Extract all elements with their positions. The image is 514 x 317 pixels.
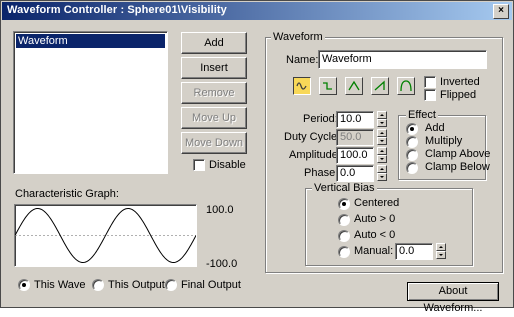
close-button[interactable]: × xyxy=(493,4,509,19)
close-icon: × xyxy=(498,5,504,16)
bias-manual-label: Manual: xyxy=(354,245,394,257)
move-up-button[interactable]: Move Up xyxy=(181,107,247,129)
graph-max-label: 100.0 xyxy=(206,204,234,216)
duty-cycle-spinner[interactable] xyxy=(377,129,387,146)
period-spinner[interactable] xyxy=(377,111,387,128)
duty-cycle-field[interactable]: 50.0 xyxy=(336,129,374,146)
about-waveform-button[interactable]: About Waveform... xyxy=(407,282,499,314)
title-bar[interactable]: Waveform Controller : Sphere01\Visibilit… xyxy=(2,2,512,20)
period-field[interactable]: 10.0 xyxy=(336,111,374,128)
effect-add-label: Add xyxy=(425,122,445,134)
phase-field[interactable]: 0.0 xyxy=(336,165,374,182)
vertical-bias-group-label: Vertical Bias xyxy=(312,182,377,194)
characteristic-graph xyxy=(14,204,197,267)
sawtooth-shape-button[interactable] xyxy=(371,77,389,95)
flipped-checkbox[interactable] xyxy=(424,89,436,101)
effect-clamp-above-radio[interactable] xyxy=(406,149,418,161)
bias-centered-label: Centered xyxy=(354,197,400,209)
bias-manual-spinner[interactable] xyxy=(436,243,446,260)
disable-checkbox[interactable] xyxy=(193,159,205,171)
duty-cycle-label: Duty Cycle: xyxy=(284,131,341,143)
waveform-controller-window: Waveform Controller : Sphere01\Visibilit… xyxy=(0,0,514,314)
bias-auto-negative-radio[interactable] xyxy=(338,230,350,242)
effect-multiply-radio[interactable] xyxy=(406,136,418,148)
period-label: Period: xyxy=(303,113,338,125)
spinner-up-icon[interactable] xyxy=(377,111,387,119)
spinner-up-icon[interactable] xyxy=(377,165,387,173)
effect-clamp-below-radio[interactable] xyxy=(406,162,418,174)
inverted-checkbox[interactable] xyxy=(424,76,436,88)
bias-centered-radio[interactable] xyxy=(338,198,350,210)
bias-manual-radio[interactable] xyxy=(338,246,350,258)
spinner-down-icon[interactable] xyxy=(377,137,387,145)
spinner-up-icon[interactable] xyxy=(377,147,387,155)
this-output-label: This Output xyxy=(108,279,165,291)
flipped-label: Flipped xyxy=(440,89,477,101)
phase-spinner[interactable] xyxy=(377,165,387,182)
sawtooth-wave-icon xyxy=(374,80,385,91)
graph-canvas xyxy=(15,207,196,264)
spinner-down-icon[interactable] xyxy=(377,155,387,163)
graph-label: Characteristic Graph: xyxy=(15,188,119,200)
final-output-radio[interactable] xyxy=(165,279,177,291)
insert-button[interactable]: Insert xyxy=(181,57,247,79)
waveform-group-label: Waveform xyxy=(271,31,325,43)
this-output-radio[interactable] xyxy=(92,279,104,291)
square-shape-button[interactable] xyxy=(319,77,337,95)
effect-clamp-below-label: Clamp Below xyxy=(425,161,490,173)
name-label: Name: xyxy=(286,54,319,66)
half-sine-wave-icon xyxy=(400,80,412,92)
amplitude-spinner[interactable] xyxy=(377,147,387,164)
spinner-down-icon[interactable] xyxy=(436,251,446,259)
spinner-up-icon[interactable] xyxy=(377,129,387,137)
graph-min-label: -100.0 xyxy=(206,258,238,270)
sine-shape-button[interactable] xyxy=(293,77,311,95)
bias-auto-positive-label: Auto > 0 xyxy=(354,213,396,225)
spinner-down-icon[interactable] xyxy=(377,173,387,181)
half-sine-shape-button[interactable] xyxy=(397,77,415,95)
bias-auto-negative-label: Auto < 0 xyxy=(354,229,396,241)
sine-wave-icon xyxy=(296,82,307,90)
waveform-list[interactable]: Waveform xyxy=(13,31,168,174)
effect-add-radio[interactable] xyxy=(406,123,418,135)
move-down-button[interactable]: Move Down xyxy=(181,132,247,154)
list-item-waveform[interactable]: Waveform xyxy=(16,34,165,48)
bias-manual-field[interactable]: 0.0 xyxy=(395,243,433,260)
triangle-wave-icon xyxy=(348,80,360,91)
square-wave-icon xyxy=(323,82,332,90)
window-title: Waveform Controller : Sphere01\Visibilit… xyxy=(7,4,227,16)
this-wave-radio[interactable] xyxy=(18,279,30,291)
inverted-label: Inverted xyxy=(440,76,480,88)
amplitude-label: Amplitude: xyxy=(289,149,341,161)
add-button[interactable]: Add xyxy=(181,32,247,54)
effect-group-label: Effect xyxy=(406,109,438,121)
effect-multiply-label: Multiply xyxy=(425,135,463,147)
effect-clamp-above-label: Clamp Above xyxy=(425,148,491,160)
disable-label: Disable xyxy=(209,159,246,171)
spinner-up-icon[interactable] xyxy=(436,243,446,251)
triangle-shape-button[interactable] xyxy=(345,77,363,95)
amplitude-field[interactable]: 100.0 xyxy=(336,147,374,164)
remove-button[interactable]: Remove xyxy=(181,82,247,104)
final-output-label: Final Output xyxy=(181,279,241,291)
spinner-down-icon[interactable] xyxy=(377,119,387,127)
phase-label: Phase: xyxy=(304,167,339,179)
name-field[interactable]: Waveform xyxy=(318,50,487,69)
bias-auto-positive-radio[interactable] xyxy=(338,214,350,226)
this-wave-label: This Wave xyxy=(34,279,86,291)
